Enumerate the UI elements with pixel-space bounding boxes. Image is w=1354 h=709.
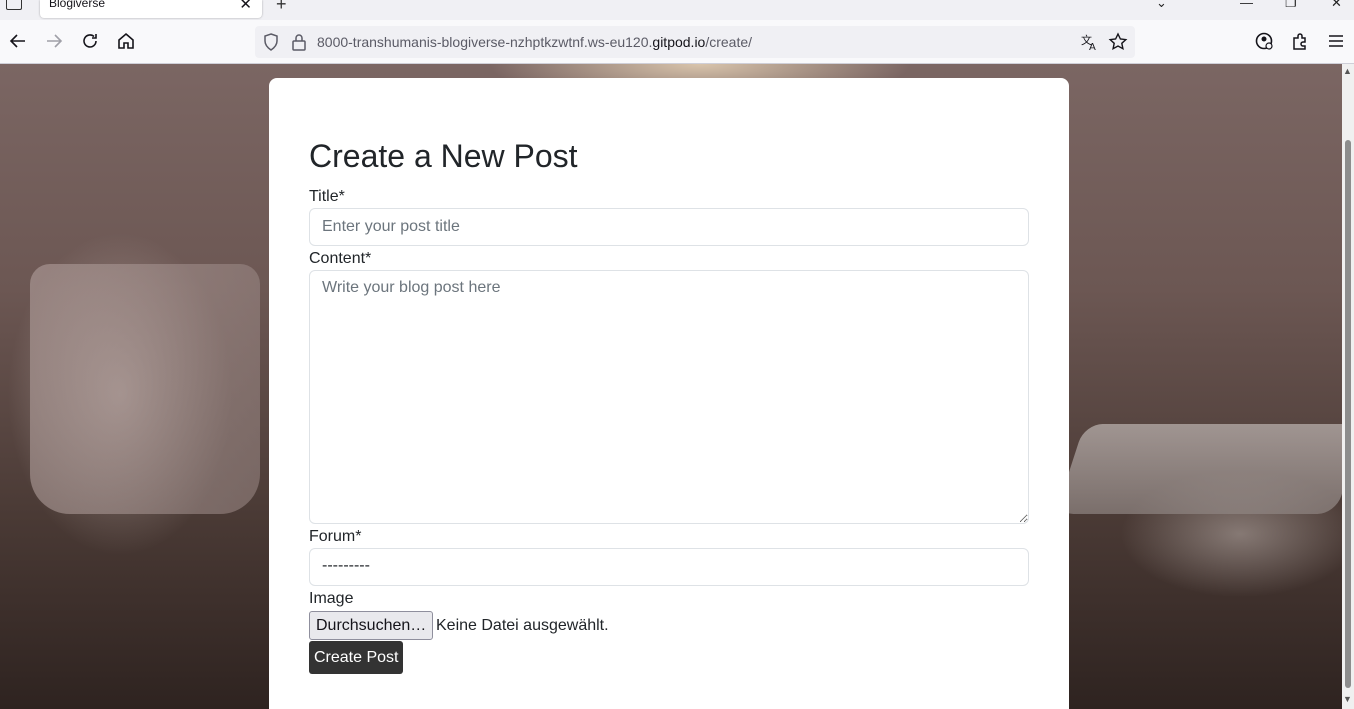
forum-label: Forum* xyxy=(309,528,362,545)
file-status: Keine Datei ausgewählt. xyxy=(436,617,609,634)
content-label: Content* xyxy=(309,250,372,267)
tab-title: Blogiverse xyxy=(49,0,106,10)
title-label: Title* xyxy=(309,188,345,205)
forum-selected-value: --------- xyxy=(322,557,370,574)
url-bar[interactable]: 8000-transhumanis-blogiverse-nzhptkzwtnf… xyxy=(255,26,1135,58)
new-tab-icon[interactable]: + xyxy=(276,0,287,15)
url-text[interactable]: 8000-transhumanis-blogiverse-nzhptkzwtnf… xyxy=(317,34,752,50)
minimize-icon[interactable]: — xyxy=(1240,0,1253,10)
background-cup-image xyxy=(30,264,260,514)
bookmark-star-icon[interactable] xyxy=(1108,32,1128,52)
scroll-thumb[interactable] xyxy=(1345,140,1351,688)
browse-file-button[interactable]: Durchsuchen… xyxy=(309,611,434,640)
reload-icon[interactable] xyxy=(79,30,101,52)
tab-list-icon[interactable] xyxy=(6,0,22,10)
close-tab-icon[interactable]: ✕ xyxy=(239,0,252,13)
scroll-up-icon[interactable]: ▲ xyxy=(1343,66,1352,76)
url-path: /create/ xyxy=(705,34,753,50)
account-icon[interactable] xyxy=(1253,30,1275,52)
content-textarea[interactable] xyxy=(309,270,1029,524)
extensions-icon[interactable] xyxy=(1289,30,1311,52)
url-prefix: 8000-transhumanis-blogiverse-nzhptkzwtnf… xyxy=(317,34,653,50)
tab-blogiverse[interactable]: Blogiverse ✕ xyxy=(40,0,262,18)
create-post-card: Create a New Post Title* Content* Forum*… xyxy=(269,78,1069,709)
home-icon[interactable] xyxy=(115,30,137,52)
forward-icon[interactable] xyxy=(43,30,65,52)
create-post-button[interactable]: Create Post xyxy=(309,641,404,674)
shield-icon[interactable] xyxy=(261,32,281,52)
translate-icon[interactable]: 文A xyxy=(1080,32,1100,53)
page-title: Create a New Post xyxy=(309,138,578,174)
page-background: Create a New Post Title* Content* Forum*… xyxy=(0,64,1342,709)
scroll-down-icon[interactable]: ▼ xyxy=(1343,694,1352,704)
chevron-down-icon[interactable]: ⌄ xyxy=(1156,0,1167,11)
menu-icon[interactable] xyxy=(1325,30,1347,52)
page-scrollbar[interactable]: ▲ ▼ xyxy=(1342,64,1354,709)
lock-icon[interactable] xyxy=(289,32,309,52)
close-window-icon[interactable]: ✕ xyxy=(1331,0,1342,11)
tab-strip: Blogiverse ✕ + ⌄ — ❐ ✕ xyxy=(0,0,1354,20)
svg-text:A: A xyxy=(1089,42,1096,52)
back-icon[interactable] xyxy=(7,30,29,52)
restore-icon[interactable]: ❐ xyxy=(1285,0,1297,11)
title-input[interactable] xyxy=(309,208,1029,246)
background-phone-image xyxy=(1055,424,1342,514)
url-domain: gitpod.io xyxy=(652,34,706,50)
forum-select[interactable]: --------- xyxy=(309,548,1029,586)
image-label: Image xyxy=(309,590,354,607)
nav-bar: 8000-transhumanis-blogiverse-nzhptkzwtnf… xyxy=(0,20,1354,64)
